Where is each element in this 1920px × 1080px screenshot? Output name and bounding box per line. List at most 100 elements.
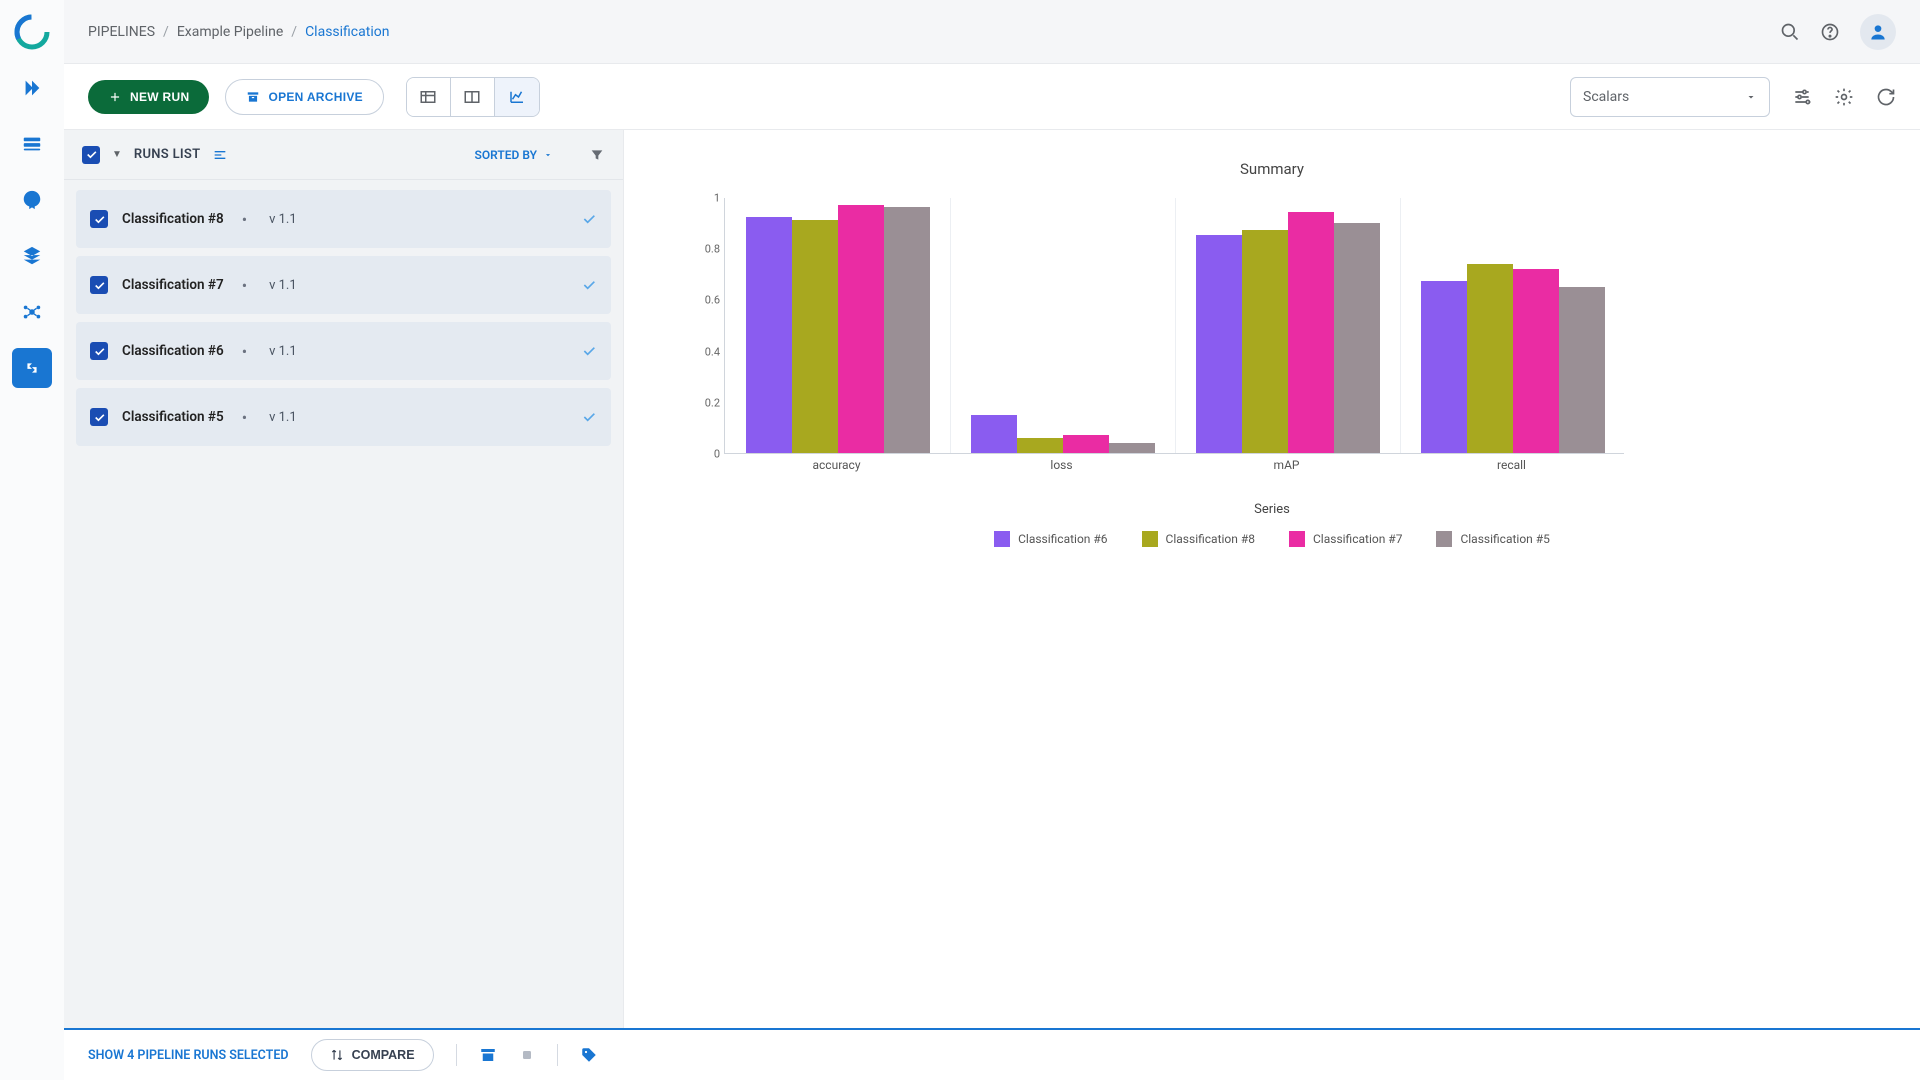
search-icon[interactable] bbox=[1780, 22, 1800, 42]
divider bbox=[557, 1044, 558, 1066]
chart-bar[interactable] bbox=[838, 205, 884, 453]
chart-legend: Classification #6 Classification #8 Classi… bbox=[684, 531, 1860, 547]
breadcrumb-root[interactable]: PIPELINES bbox=[88, 24, 155, 40]
legend-item[interactable]: Classification #6 bbox=[994, 531, 1107, 547]
open-archive-button[interactable]: OPEN ARCHIVE bbox=[225, 79, 384, 115]
status-check-icon bbox=[581, 211, 597, 227]
runs-panel: ▼ RUNS LIST SORTED BY Classification #8 … bbox=[64, 130, 624, 1028]
x-axis-title: Series bbox=[684, 502, 1860, 517]
breadcrumb-current[interactable]: Classification bbox=[305, 24, 389, 40]
chart-bar[interactable] bbox=[1513, 269, 1559, 453]
toolbar: NEW RUN OPEN ARCHIVE Scalars bbox=[64, 64, 1920, 130]
run-name: Classification #6 bbox=[122, 343, 224, 359]
plus-icon bbox=[108, 90, 122, 104]
chart-bar[interactable] bbox=[1063, 435, 1109, 453]
x-tick-label: accuracy bbox=[812, 458, 860, 472]
nav-icon-4[interactable] bbox=[12, 236, 52, 276]
chart-bar[interactable] bbox=[1559, 287, 1605, 453]
x-tick-label: mAP bbox=[1274, 458, 1300, 472]
runs-list-title: RUNS LIST bbox=[134, 147, 201, 162]
help-icon[interactable] bbox=[1820, 22, 1840, 42]
breadcrumb-sep: / bbox=[291, 24, 297, 40]
x-tick-label: recall bbox=[1497, 458, 1526, 472]
icon-sidebar bbox=[0, 0, 64, 1080]
nav-icon-3[interactable] bbox=[12, 180, 52, 220]
filter-icon[interactable] bbox=[589, 147, 605, 163]
run-item[interactable]: Classification #6 • v 1.1 bbox=[76, 322, 611, 380]
chart-bar[interactable] bbox=[1421, 281, 1467, 453]
run-item[interactable]: Classification #7 • v 1.1 bbox=[76, 256, 611, 314]
user-avatar[interactable] bbox=[1860, 14, 1896, 50]
new-run-button[interactable]: NEW RUN bbox=[88, 80, 209, 114]
adjust-icon[interactable] bbox=[212, 147, 228, 163]
selected-count-text[interactable]: SHOW 4 PIPELINE RUNS SELECTED bbox=[88, 1048, 289, 1063]
chart-bar[interactable] bbox=[884, 207, 930, 453]
chart-bar[interactable] bbox=[792, 220, 838, 453]
run-version: v 1.1 bbox=[269, 212, 297, 227]
nav-icon-1[interactable] bbox=[12, 68, 52, 108]
run-version: v 1.1 bbox=[269, 344, 297, 359]
run-item[interactable]: Classification #8 • v 1.1 bbox=[76, 190, 611, 248]
legend-label: Classification #6 bbox=[1018, 532, 1107, 546]
chart-bar[interactable] bbox=[1242, 230, 1288, 453]
run-checkbox[interactable] bbox=[90, 408, 108, 426]
select-all-checkbox[interactable] bbox=[82, 146, 100, 164]
chart-bar[interactable] bbox=[1109, 443, 1155, 453]
sorted-by-label: SORTED BY bbox=[475, 148, 537, 162]
run-name: Classification #5 bbox=[122, 409, 224, 425]
runs-list: Classification #8 • v 1.1 Classification… bbox=[64, 180, 623, 456]
run-checkbox[interactable] bbox=[90, 342, 108, 360]
chart-bar[interactable] bbox=[971, 415, 1017, 453]
legend-swatch bbox=[1436, 531, 1452, 547]
view-split-button[interactable] bbox=[451, 78, 495, 116]
tag-action-icon[interactable] bbox=[580, 1046, 598, 1064]
breadcrumb-mid[interactable]: Example Pipeline bbox=[177, 24, 283, 40]
legend-label: Classification #5 bbox=[1460, 532, 1549, 546]
legend-label: Classification #7 bbox=[1313, 532, 1402, 546]
chart-bar[interactable] bbox=[1334, 223, 1380, 453]
breadcrumb-sep: / bbox=[163, 24, 169, 40]
run-item[interactable]: Classification #5 • v 1.1 bbox=[76, 388, 611, 446]
chart-plot[interactable]: 00.20.40.60.81 accuracylossmAPrecall bbox=[724, 198, 1664, 478]
sorted-by-button[interactable]: SORTED BY bbox=[475, 148, 553, 162]
run-version: v 1.1 bbox=[269, 410, 297, 425]
view-table-button[interactable] bbox=[407, 78, 451, 116]
runs-header: ▼ RUNS LIST SORTED BY bbox=[64, 130, 623, 180]
run-name: Classification #7 bbox=[122, 277, 224, 293]
new-run-label: NEW RUN bbox=[130, 90, 189, 104]
legend-item[interactable]: Classification #8 bbox=[1142, 531, 1255, 547]
refresh-icon[interactable] bbox=[1876, 87, 1896, 107]
legend-swatch bbox=[1289, 531, 1305, 547]
divider bbox=[456, 1044, 457, 1066]
legend-item[interactable]: Classification #7 bbox=[1289, 531, 1402, 547]
chart-bar[interactable] bbox=[1196, 235, 1242, 453]
view-chart-button[interactable] bbox=[495, 78, 539, 116]
run-checkbox[interactable] bbox=[90, 276, 108, 294]
status-check-icon bbox=[581, 343, 597, 359]
nav-icon-2[interactable] bbox=[12, 124, 52, 164]
archive-action-icon[interactable] bbox=[479, 1046, 497, 1064]
chart-title: Summary bbox=[684, 160, 1860, 178]
chart-bar[interactable] bbox=[746, 217, 792, 453]
breadcrumb-bar: PIPELINES / Example Pipeline / Classific… bbox=[64, 0, 1920, 64]
nav-icon-5[interactable] bbox=[12, 292, 52, 332]
compare-button[interactable]: COMPARE bbox=[311, 1039, 434, 1071]
app-logo bbox=[12, 12, 52, 52]
run-checkbox[interactable] bbox=[90, 210, 108, 228]
stop-action-icon[interactable] bbox=[519, 1047, 535, 1063]
legend-item[interactable]: Classification #5 bbox=[1436, 531, 1549, 547]
chart-bar[interactable] bbox=[1288, 212, 1334, 453]
nav-icon-pipelines[interactable] bbox=[12, 348, 52, 388]
chart-bar[interactable] bbox=[1017, 438, 1063, 453]
x-tick-label: loss bbox=[1050, 458, 1072, 472]
metric-select[interactable]: Scalars bbox=[1570, 77, 1770, 117]
legend-swatch bbox=[1142, 531, 1158, 547]
compare-label: COMPARE bbox=[352, 1048, 415, 1062]
gear-icon[interactable] bbox=[1834, 87, 1854, 107]
status-check-icon bbox=[581, 409, 597, 425]
tune-icon[interactable] bbox=[1792, 87, 1812, 107]
collapse-icon[interactable]: ▼ bbox=[112, 149, 122, 160]
chart-area: Summary 00.20.40.60.81 accuracylossmAPre… bbox=[624, 130, 1920, 1028]
chart-bar[interactable] bbox=[1467, 264, 1513, 453]
run-version: v 1.1 bbox=[269, 278, 297, 293]
